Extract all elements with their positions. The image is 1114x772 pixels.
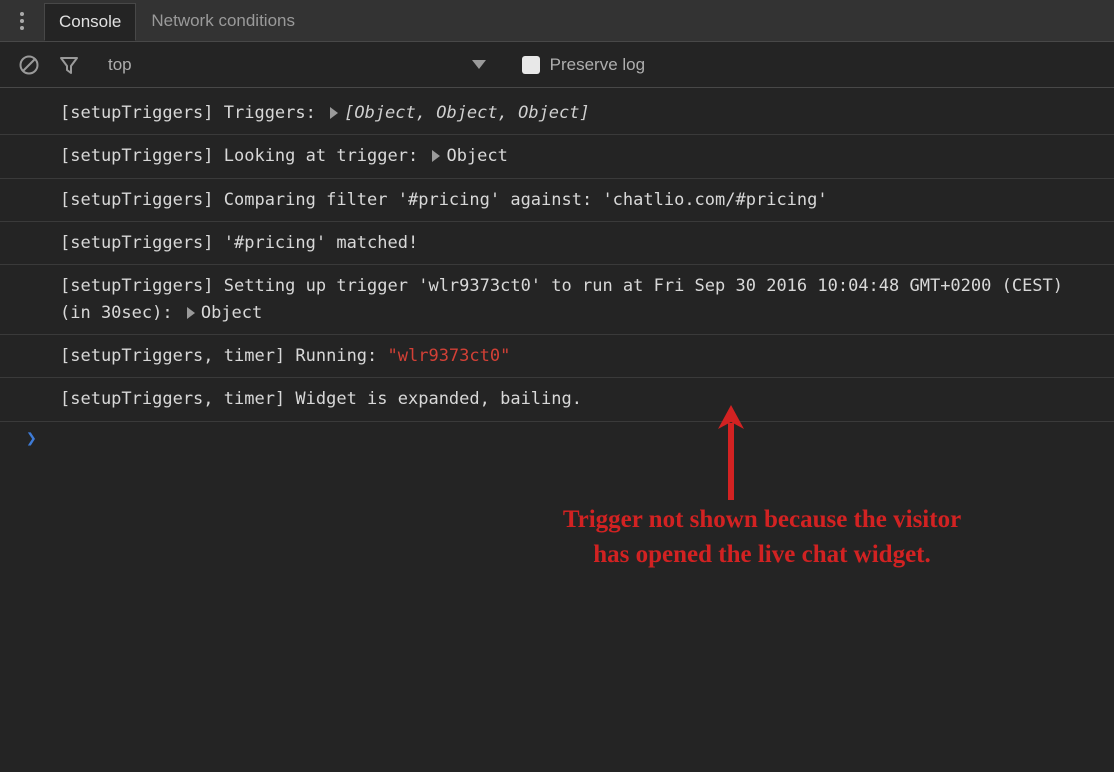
tab-network-conditions[interactable]: Network conditions [136,2,310,40]
log-entry[interactable]: [setupTriggers, timer] Widget is expande… [0,378,1114,421]
console-log: [setupTriggers] Triggers: [Object, Objec… [0,88,1114,422]
more-options-button[interactable] [8,7,36,35]
log-entry[interactable]: [setupTriggers] '#pricing' matched! [0,222,1114,265]
clear-console-button[interactable] [18,54,40,76]
preserve-log-checkbox[interactable] [522,56,540,74]
annotation-arrow [696,405,766,509]
log-entry[interactable]: [setupTriggers] Setting up trigger 'wlr9… [0,265,1114,335]
chevron-down-icon [472,60,486,69]
console-toolbar: top Preserve log [0,42,1114,88]
log-entry[interactable]: [setupTriggers] Triggers: [Object, Objec… [0,92,1114,135]
log-entry[interactable]: [setupTriggers] Comparing filter '#prici… [0,179,1114,222]
context-selector[interactable]: top [108,55,486,75]
preserve-log-label: Preserve log [550,55,645,75]
tab-bar: Console Network conditions [0,0,1114,42]
string-value: "wlr9373ct0" [388,346,511,366]
context-label: top [108,55,132,75]
filter-button[interactable] [58,54,80,76]
expand-icon[interactable] [187,307,195,319]
annotation-text: Trigger not shown because the visitor ha… [492,502,1032,572]
preserve-log-group: Preserve log [522,55,645,75]
expand-icon[interactable] [432,150,440,162]
log-entry[interactable]: [setupTriggers, timer] Running: "wlr9373… [0,335,1114,378]
tab-console[interactable]: Console [44,3,136,41]
kebab-icon [20,12,24,30]
expand-icon[interactable] [330,107,338,119]
log-entry[interactable]: [setupTriggers] Looking at trigger: Obje… [0,135,1114,178]
console-prompt[interactable]: ❯ [0,422,1114,455]
